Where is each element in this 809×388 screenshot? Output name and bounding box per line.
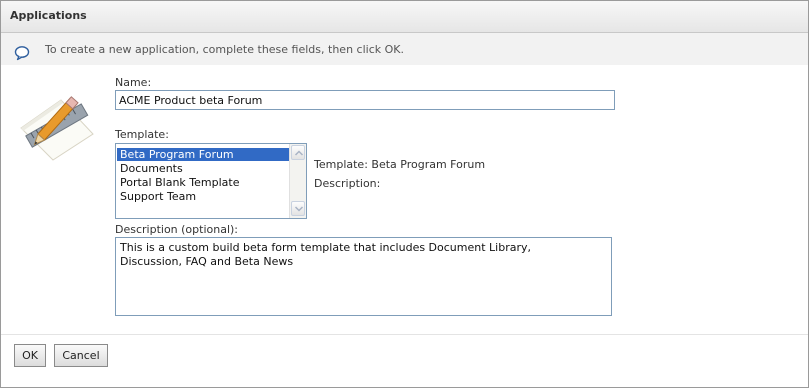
template-option-portal-blank-template[interactable]: Portal Blank Template	[117, 176, 289, 189]
template-listbox-scrollbar[interactable]	[289, 144, 306, 218]
template-option-support-team[interactable]: Support Team	[117, 190, 289, 203]
template-label: Template:	[115, 128, 169, 141]
scroll-up-button[interactable]	[291, 145, 305, 160]
template-option-beta-program-forum[interactable]: Beta Program Forum	[117, 148, 289, 161]
name-input[interactable]	[115, 90, 615, 110]
template-detail-label: Template: Beta Program Forum	[314, 158, 486, 171]
applications-dialog: Applications To create a new application…	[0, 0, 809, 388]
instruction-bar: To create a new application, complete th…	[1, 33, 808, 65]
name-label: Name:	[115, 76, 152, 89]
title-bar: Applications	[1, 1, 808, 33]
divider	[1, 334, 808, 335]
dialog-title: Applications	[10, 9, 87, 22]
instruction-text: To create a new application, complete th…	[45, 43, 404, 56]
pencil-ruler-icon	[15, 78, 99, 162]
template-listbox[interactable]: Beta Program Forum Documents Portal Blan…	[115, 143, 307, 219]
template-option-documents[interactable]: Documents	[117, 162, 289, 175]
chevron-up-icon	[294, 150, 304, 156]
chevron-down-icon	[294, 206, 304, 212]
description-textarea[interactable]: This is a custom build beta form templat…	[115, 237, 612, 316]
description-label: Description (optional):	[115, 223, 239, 236]
cancel-button[interactable]: Cancel	[54, 344, 108, 367]
ok-button[interactable]: OK	[14, 344, 46, 367]
scroll-down-button[interactable]	[291, 201, 305, 216]
speech-bubble-icon	[14, 45, 30, 61]
description-detail-label: Description:	[314, 177, 381, 190]
